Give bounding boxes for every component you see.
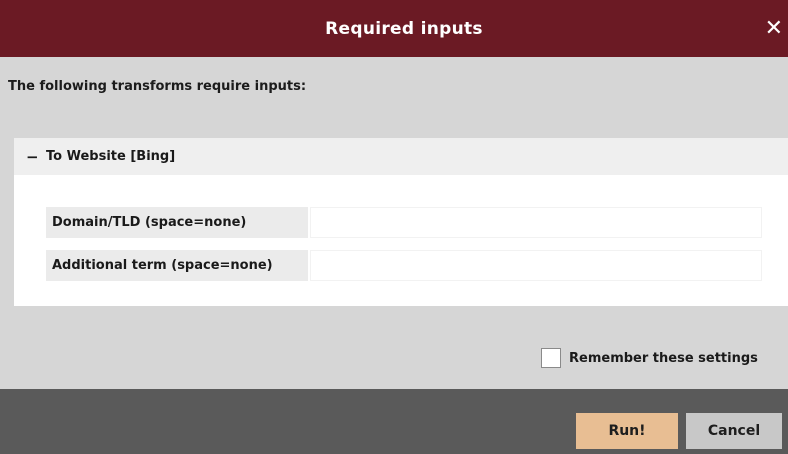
dialog-footer: Run! Cancel: [0, 389, 788, 454]
run-button[interactable]: Run!: [576, 413, 678, 449]
domain-tld-input[interactable]: [310, 207, 762, 238]
transform-section: − To Website [Bing] Domain/TLD (space=no…: [14, 138, 788, 306]
close-icon[interactable]: ✕: [760, 14, 788, 44]
remember-checkbox[interactable]: [541, 348, 561, 368]
dialog-title: Required inputs: [325, 18, 483, 39]
field-row-additional-term: Additional term (space=none): [46, 250, 762, 281]
remember-settings[interactable]: Remember these settings: [541, 346, 758, 370]
section-header[interactable]: − To Website [Bing]: [14, 138, 788, 175]
additional-term-label: Additional term (space=none): [46, 250, 308, 281]
cancel-button[interactable]: Cancel: [686, 413, 782, 449]
section-title: To Website [Bing]: [46, 149, 176, 164]
remember-label: Remember these settings: [569, 350, 758, 366]
minus-icon[interactable]: −: [26, 148, 40, 166]
additional-term-input[interactable]: [310, 250, 762, 281]
intro-text: The following transforms require inputs:: [8, 79, 307, 94]
domain-tld-label: Domain/TLD (space=none): [46, 207, 308, 238]
field-row-domain: Domain/TLD (space=none): [46, 207, 762, 238]
dialog-titlebar: Required inputs ✕: [0, 0, 788, 57]
